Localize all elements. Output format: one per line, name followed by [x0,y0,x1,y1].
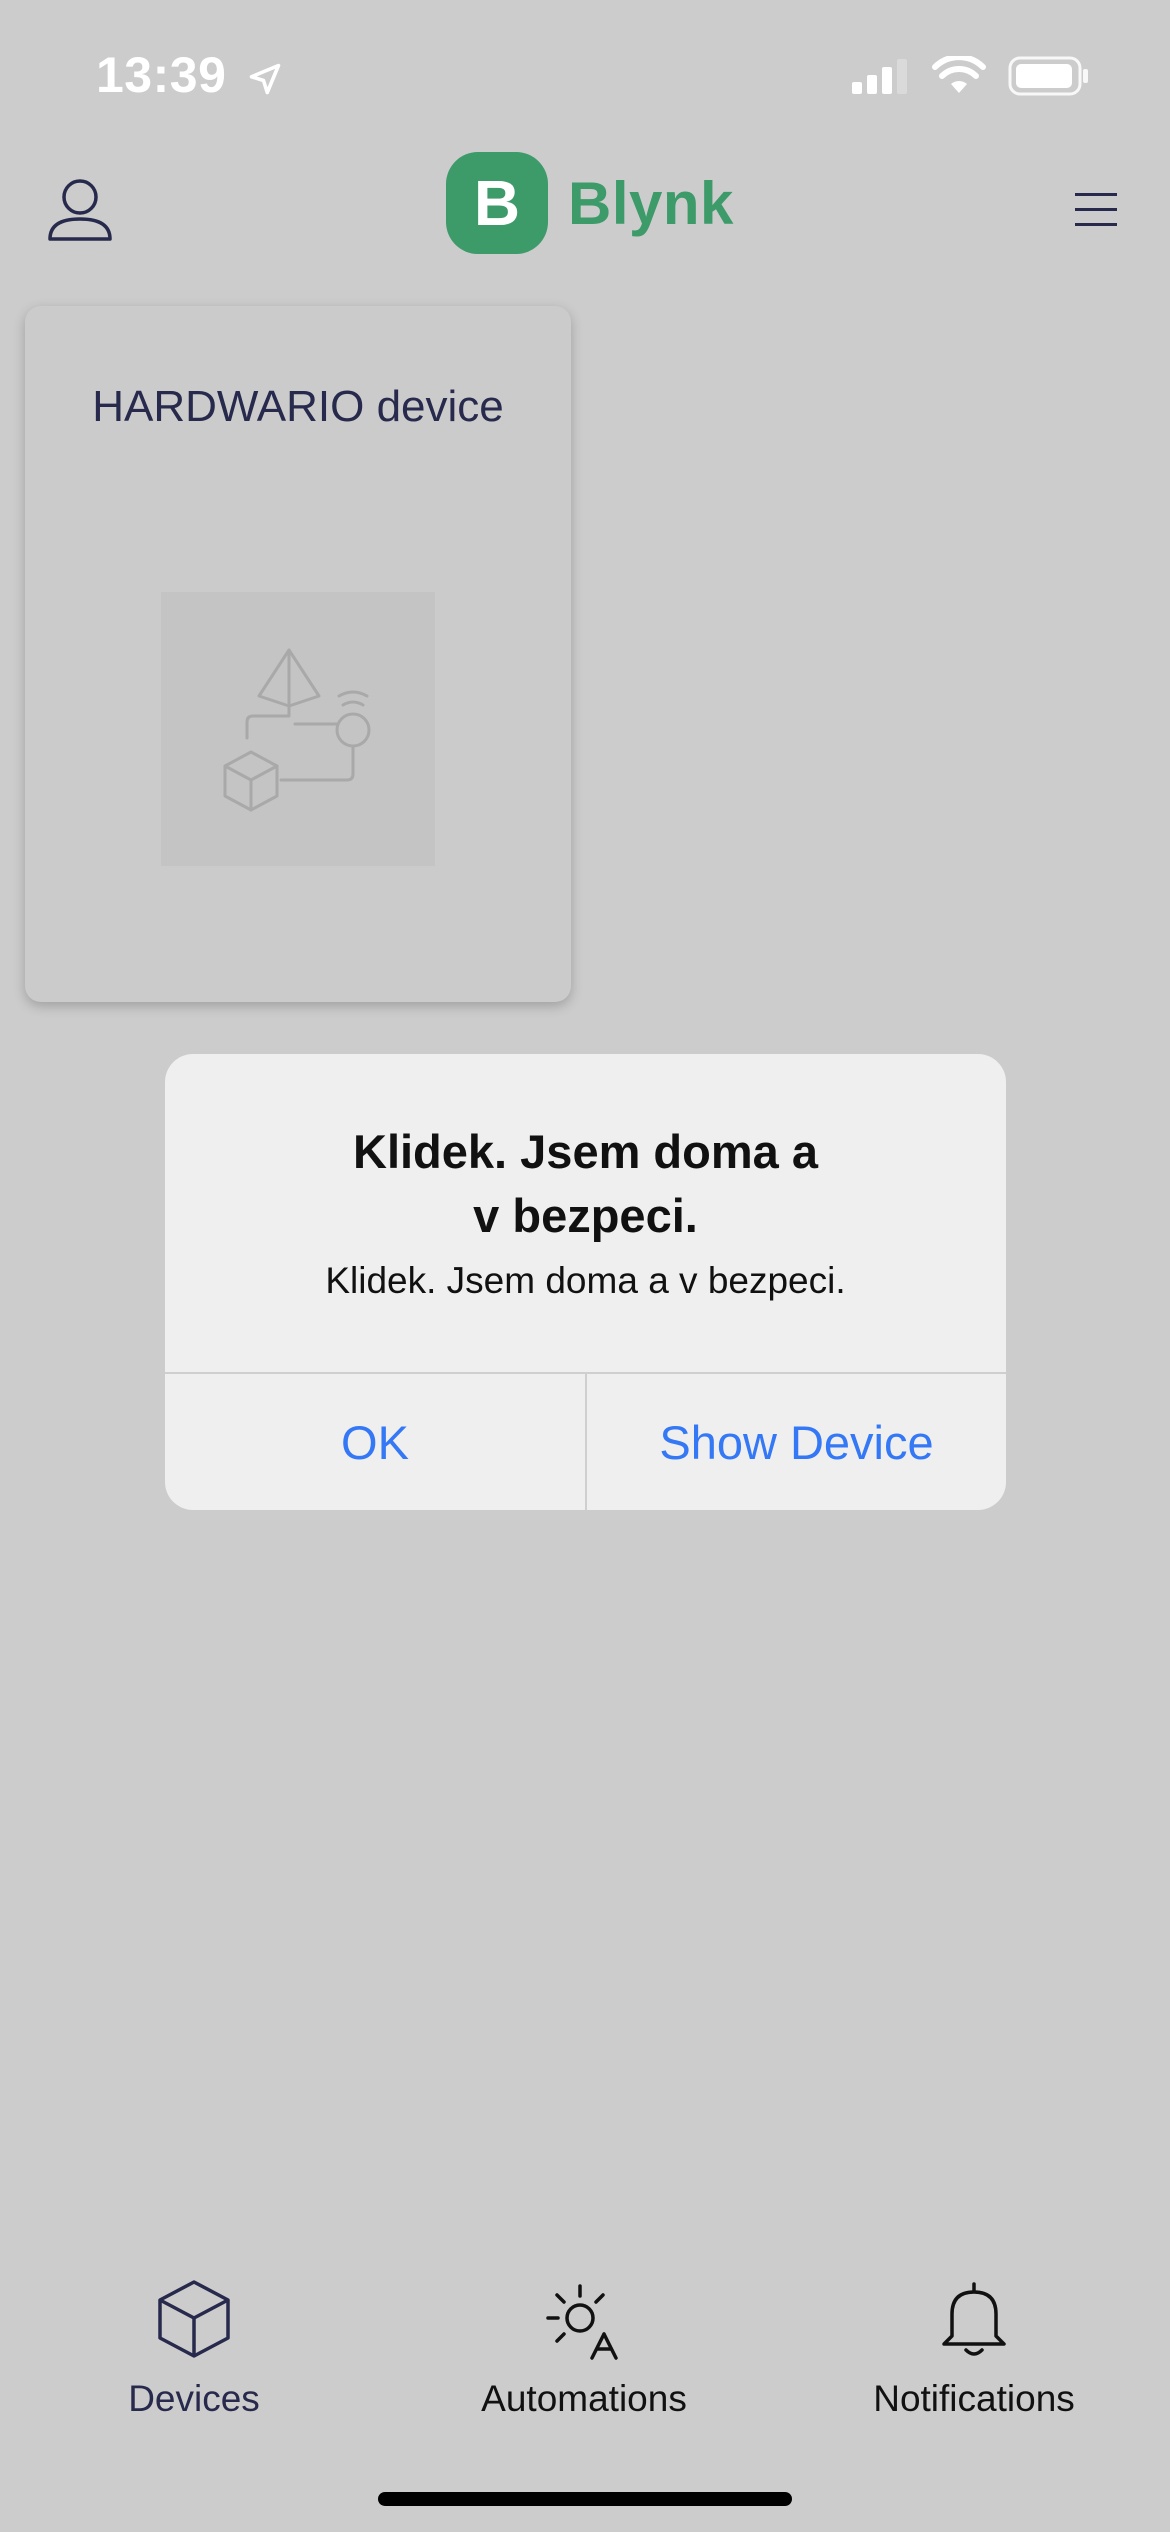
blynk-logo: B Blynk [446,152,734,254]
wifi-icon [932,56,986,93]
alert-dialog: Klidek. Jsem doma a v bezpeci. Klidek. J… [165,1054,1006,1510]
alert-title-line2: v bezpeci. [473,1189,698,1242]
device-image [161,592,435,866]
cube-icon [158,2280,230,2358]
alert-title-line1: Klidek. Jsem doma a [353,1125,818,1178]
logo-mark: B [446,152,548,254]
menu-button[interactable] [1066,180,1126,240]
device-name: HARDWARIO device [92,382,504,431]
home-indicator[interactable] [378,2492,792,2506]
tab-devices-label: Devices [128,2378,260,2419]
location-arrow-icon [249,63,281,95]
sun-automation-icon [546,2284,618,2360]
profile-button[interactable] [40,170,120,250]
tab-automations-label: Automations [481,2378,687,2419]
device-placeholder-icon [223,648,371,812]
signal-icon [852,59,907,94]
tab-devices[interactable]: Devices [44,2276,344,2420]
device-card[interactable]: HARDWARIO device [25,306,571,1002]
hamburger-icon [1075,193,1117,226]
status-time-text: 13:39 [96,47,227,103]
alert-title: Klidek. Jsem doma a v bezpeci. [205,1120,966,1248]
status-indicators [852,56,1090,96]
tab-automations[interactable]: Automations [434,2276,734,2420]
status-time: 13:39 [96,46,283,104]
battery-icon [1008,56,1088,96]
ok-button[interactable]: OK [165,1374,585,1510]
tab-notifications-label: Notifications [873,2378,1075,2419]
logo-text: Blynk [568,169,734,237]
user-icon [48,179,112,241]
show-device-button[interactable]: Show Device [587,1374,1006,1510]
alert-message: Klidek. Jsem doma a v bezpeci. [325,1260,846,1301]
tab-notifications[interactable]: Notifications [824,2276,1124,2420]
bell-icon [942,2282,1006,2356]
